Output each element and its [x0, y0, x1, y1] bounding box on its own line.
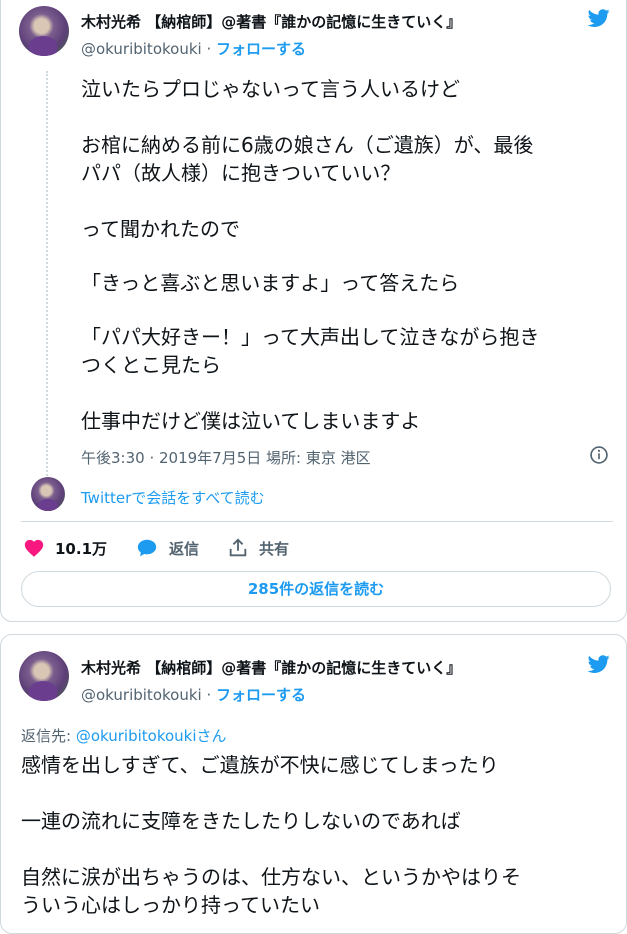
like-count: 10.1万: [55, 539, 108, 558]
tweet-text-line: 感情を出しすぎて、ご遺族が不快に感じてしまったり: [21, 753, 499, 777]
reply-bubble-icon: [137, 539, 157, 557]
twitter-bird-icon[interactable]: [586, 7, 612, 29]
info-icon[interactable]: [589, 445, 609, 465]
follow-button[interactable]: フォローする: [216, 40, 306, 58]
tweet-text-line: 「きっと喜ぶと思いますよ」って答えたら: [81, 271, 460, 295]
tweet-text-line: って聞かれたので: [81, 217, 240, 241]
like-button[interactable]: 10.1万: [23, 537, 107, 559]
tweet-text-line: 仕事中だけど僕は泣いてしまいますよ: [81, 409, 421, 433]
author-handle[interactable]: @okuribitokouki: [81, 40, 202, 58]
author-name[interactable]: 木村光希 【納棺師】@著書『誰かの記憶に生きていく』: [81, 657, 461, 678]
timestamp[interactable]: 午後3:30 · 2019年7月5日 場所: 東京 港区: [81, 447, 371, 468]
avatar-small[interactable]: [31, 477, 65, 511]
reply-to-line: 返信先: @okuribitokoukiさん: [21, 725, 227, 746]
tweet-text-line: つくとこ見たら: [81, 353, 221, 377]
avatar[interactable]: [19, 6, 69, 56]
tweet-text-line: お棺に納める前に6歳の娘さん（ご遺族）が、最後: [81, 133, 534, 157]
read-replies-button[interactable]: 285件の返信を読む: [21, 571, 611, 607]
tweet-text-line: 泣いたらプロじゃないって言う人いるけど: [81, 77, 460, 101]
twitter-bird-icon[interactable]: [586, 653, 612, 675]
share-icon: [229, 538, 247, 557]
tweet-card-2: 木村光希 【納棺師】@著書『誰かの記憶に生きていく』 @okuribitokou…: [0, 634, 627, 934]
tweet-text-line: 一連の流れに支障をきたしたりしないのであれば: [21, 809, 461, 833]
author-name[interactable]: 木村光希 【納棺師】@著書『誰かの記憶に生きていく』: [81, 11, 461, 32]
avatar[interactable]: [19, 651, 69, 701]
tweet-text-line: 自然に涙が出ちゃうのは、仕方ない、というかやはりそ: [21, 865, 521, 889]
thread-line: [46, 71, 50, 479]
reply-to-mention[interactable]: @okuribitokoukiさん: [76, 727, 227, 745]
share-label: 共有: [259, 539, 290, 558]
separator: ·: [206, 40, 212, 58]
handle-line: @okuribitokouki · フォローする: [81, 684, 306, 705]
reply-button[interactable]: 返信: [135, 537, 199, 559]
follow-button[interactable]: フォローする: [216, 686, 306, 704]
tweet-text-line: ういう心はしっかり持っていたい: [21, 893, 320, 917]
handle-line: @okuribitokouki · フォローする: [81, 38, 306, 59]
reply-to-prefix: 返信先:: [21, 727, 76, 745]
read-conversation-link[interactable]: Twitterで会話をすべて読む: [81, 487, 265, 508]
reply-label: 返信: [169, 539, 200, 558]
separator: ·: [206, 686, 212, 704]
heart-icon: [24, 539, 44, 557]
tweet-card-1: 木村光希 【納棺師】@著書『誰かの記憶に生きていく』 @okuribitokou…: [0, 0, 627, 622]
author-handle[interactable]: @okuribitokouki: [81, 686, 202, 704]
divider: [21, 521, 613, 522]
tweet-text-line: パパ（故人様）に抱きついていい？: [81, 161, 401, 185]
tweet-text-line: 「パパ大好きー！」って大声出して泣きながら抱き: [81, 325, 540, 349]
share-button[interactable]: 共有: [227, 537, 289, 559]
